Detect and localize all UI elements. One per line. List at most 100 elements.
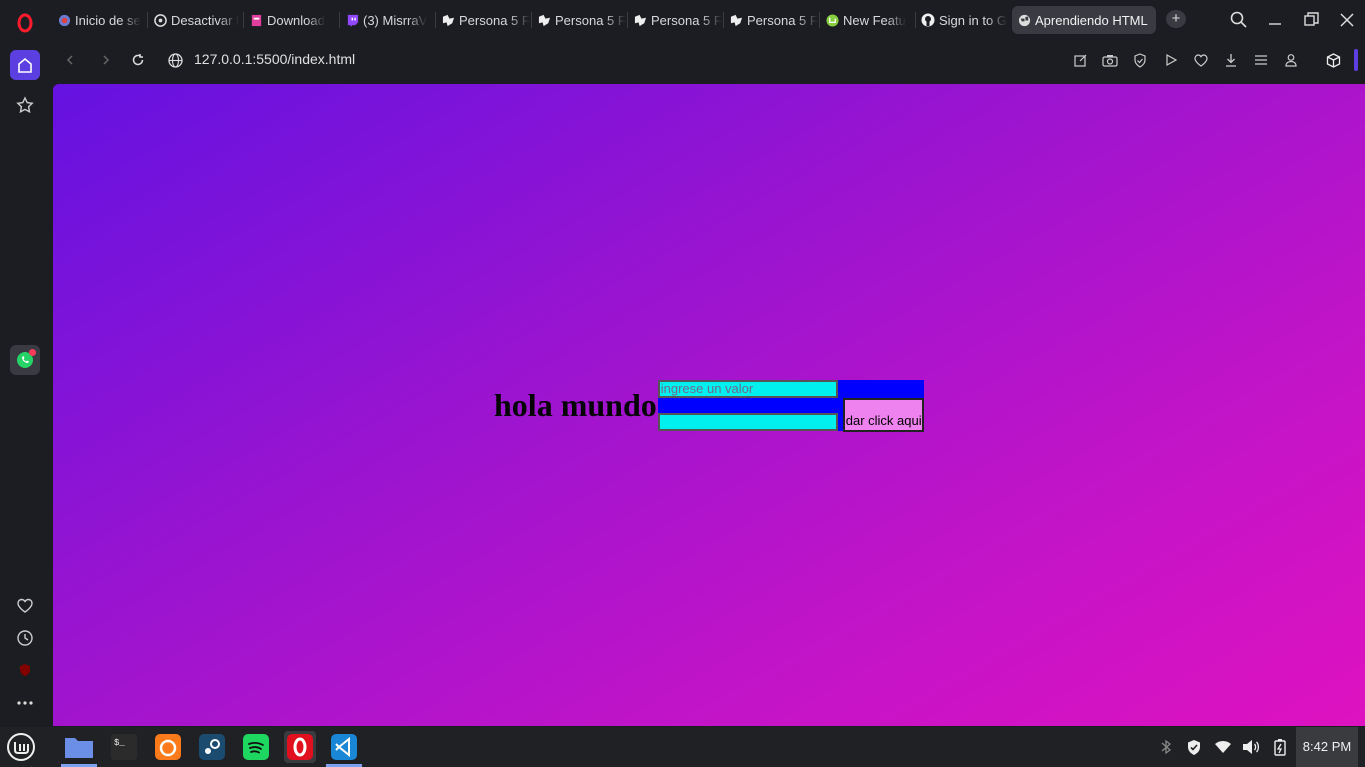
mint-icon [825,13,839,27]
site-info-button[interactable] [165,50,185,70]
downloads-button[interactable] [1222,51,1240,69]
battery-tray[interactable] [1271,738,1289,756]
taskbar-firefox[interactable] [152,731,184,763]
terminal-icon: $_ [111,734,137,760]
sidebar-speed-dial[interactable] [10,90,40,120]
tab-persona-4[interactable]: Persona 5 F [724,6,820,34]
snapshot-button[interactable] [1101,51,1119,69]
tab-new-features[interactable]: New Featu [820,6,916,34]
bluetooth-tray[interactable] [1157,738,1175,756]
tab-twitch[interactable]: (3) MisrraV [340,6,436,34]
opera-logo-icon[interactable] [12,10,38,36]
close-window-icon[interactable] [1337,10,1357,30]
clock-icon [17,630,33,646]
easy-setup-button[interactable] [1252,51,1270,69]
sidebar-ublock[interactable] [10,655,40,685]
sidebar-toggle-indicator[interactable] [1354,49,1358,71]
tab-title: Aprendiendo HTML [1035,12,1148,28]
persona-icon [633,13,647,27]
tab-title: Persona 5 F [747,12,818,28]
opera-sidebar [0,40,50,727]
sidebar-more[interactable] [10,688,40,718]
shield-icon [1188,739,1200,755]
github-icon [921,13,935,27]
restore-icon[interactable] [1301,10,1321,30]
player-button[interactable] [1162,51,1180,69]
play-icon [1166,53,1178,67]
steam-icon [199,734,225,760]
camera-icon [1102,54,1118,67]
search-tabs-icon[interactable] [1229,10,1249,30]
heart-icon [17,598,33,613]
tab-title: Persona 5 F [459,12,530,28]
tab-github[interactable]: Sign in to G [916,6,1012,34]
tab-title: Inicio de se [75,12,141,28]
tab-aprendiendo-html[interactable]: Aprendiendo HTML [1012,6,1156,34]
security-tray[interactable] [1185,738,1203,756]
wifi-tray[interactable] [1214,738,1232,756]
edit-icon [1073,54,1086,67]
sidebar-home[interactable] [10,50,40,80]
edit-button[interactable] [1071,51,1089,69]
volume-icon [1243,740,1260,754]
twitch-icon [345,13,359,27]
ublock-icon [20,664,30,676]
url-text[interactable]: 127.0.0.1:5500/index.html [194,51,355,67]
tab-strip: Inicio de se Desactivar l Download (3) M… [52,6,1156,34]
forward-button[interactable] [96,50,116,70]
sidebar-whatsapp[interactable] [10,345,40,375]
tab-download[interactable]: Download [244,6,340,34]
new-tab-button[interactable]: + [1166,10,1186,28]
tab-persona-3[interactable]: Persona 5 F [628,6,724,34]
back-button[interactable] [60,50,80,70]
tab-inicio[interactable]: Inicio de se [52,6,148,34]
submit-button[interactable]: dar click aqui [842,397,924,432]
os-taskbar: $_ 8:42 PM [0,727,1365,767]
taskbar-opera[interactable] [284,731,316,763]
notification-dot [29,349,36,356]
star-icon [16,96,34,114]
profile-button[interactable] [1282,51,1300,69]
volume-tray[interactable] [1242,738,1260,756]
tab-desactivar[interactable]: Desactivar l [148,6,244,34]
clock[interactable]: 8:42 PM [1296,727,1358,767]
tab-title: Persona 5 F [555,12,626,28]
mint-menu-button[interactable] [5,731,37,763]
reload-button[interactable] [128,50,148,70]
tab-persona-1[interactable]: Persona 5 F [436,6,532,34]
settings-sliders-icon [1255,55,1267,65]
taskbar-vscode[interactable] [328,731,360,763]
tab-title: Desactivar l [171,12,239,28]
tab-title: (3) MisrraV [363,12,428,28]
browser-tab-bar: Inicio de se Desactivar l Download (3) M… [0,0,1365,40]
taskbar-terminal[interactable]: $_ [108,731,140,763]
form-container: dar click aqui [657,379,924,432]
page-viewport: hola mundo dar click aqui [53,84,1365,726]
reload-icon [132,54,144,66]
chatgpt-icon [153,13,167,27]
sidebar-history[interactable] [10,623,40,653]
address-bar-row: 127.0.0.1:5500/index.html [52,40,1365,80]
wifi-icon [1215,741,1231,753]
input-column [657,379,838,431]
taskbar-spotify[interactable] [240,731,272,763]
sidebar-pinboards[interactable] [10,591,40,621]
spotify-icon [243,734,269,760]
adblock-button[interactable] [1131,51,1149,69]
tab-persona-2[interactable]: Persona 5 F [532,6,628,34]
pinboard-button[interactable] [1192,51,1210,69]
second-input[interactable] [657,412,838,431]
minimize-icon[interactable] [1265,10,1285,30]
shield-icon [1134,52,1146,68]
download-icon [1226,54,1236,67]
taskbar-files[interactable] [63,731,95,763]
svg-text:$_: $_ [114,738,125,748]
taskbar-steam[interactable] [196,731,228,763]
page-heading: hola mundo [494,387,657,423]
value-input[interactable] [657,379,838,398]
bluetooth-icon [1161,739,1172,755]
globe-icon [167,52,183,68]
extensions-button[interactable] [1324,51,1342,69]
battery-icon [1274,738,1286,756]
